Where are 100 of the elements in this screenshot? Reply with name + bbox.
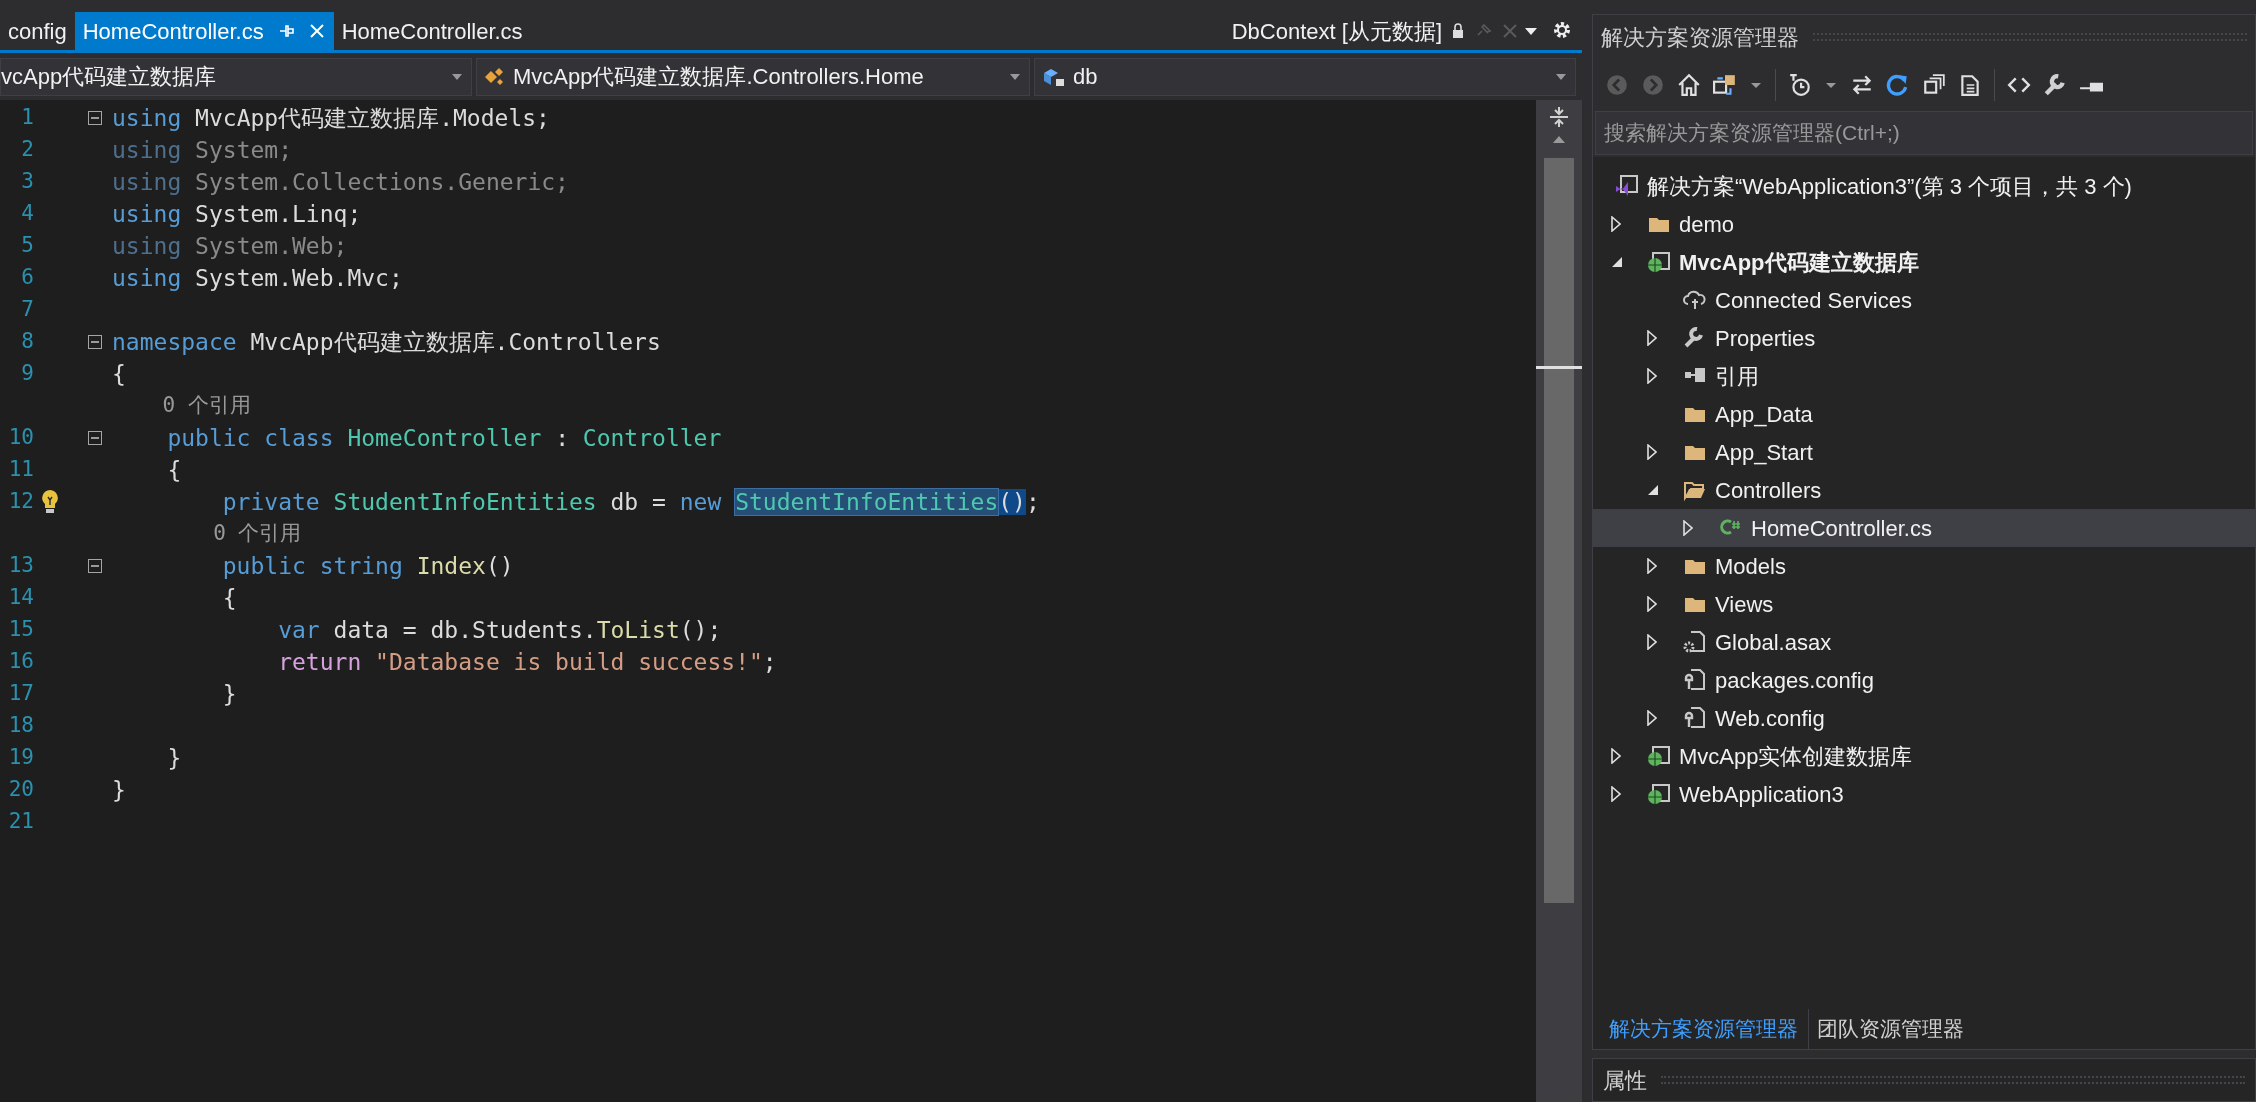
line-number: 20 [7, 776, 34, 804]
home-icon[interactable] [1677, 73, 1701, 97]
collapse-icon[interactable] [88, 335, 102, 349]
tree-item[interactable]: Global.asax [1593, 623, 2255, 661]
tree-item[interactable]: WebApplication3 [1593, 775, 2255, 813]
line-number: 7 [20, 296, 34, 324]
show-all-files-icon[interactable] [1958, 73, 1982, 97]
lock-icon [1452, 23, 1464, 39]
line-number: 18 [7, 712, 34, 740]
editor-tab[interactable]: HomeController.cs [333, 12, 531, 50]
web-project-icon [1647, 782, 1671, 806]
code-line: namespace MvcApp代码建立数据库.Controllers [112, 327, 661, 357]
code-line: using System.Web; [112, 231, 348, 261]
collapsed-arrow-icon[interactable] [1611, 786, 1621, 802]
code-line: } [166, 743, 182, 773]
code-lens[interactable]: 0 个引用 [112, 518, 302, 550]
collapse-icon[interactable] [88, 431, 102, 445]
line-number: 15 [7, 616, 34, 644]
tree-item[interactable]: 解决方案“WebApplication3”(第 3 个项目，共 3 个) [1593, 167, 2255, 205]
code-line: var data = db.Students.ToList(); [277, 615, 722, 645]
pending-changes-icon[interactable] [1788, 73, 1812, 97]
code-line: using System.Collections.Generic; [112, 167, 569, 197]
collapsed-arrow-icon[interactable] [1647, 368, 1657, 384]
line-number: 1 [20, 104, 34, 132]
tree-item[interactable]: App_Start [1593, 433, 2255, 471]
code-line: using System.Web.Mvc; [112, 263, 403, 293]
line-number: 9 [20, 360, 34, 388]
line-number: 17 [7, 680, 34, 708]
code-line: } [112, 775, 126, 805]
tree-item[interactable]: Web.config [1593, 699, 2255, 737]
code-line: { [112, 359, 126, 389]
tree-item[interactable]: App_Data [1593, 395, 2255, 433]
wrench-icon[interactable] [2043, 73, 2067, 97]
line-number: 14 [7, 584, 34, 612]
code-line: return "Database is build success!"; [277, 647, 777, 677]
panel-title: 属性 [1603, 1066, 1647, 1095]
tree-item[interactable]: Models [1593, 547, 2255, 585]
code-lens[interactable]: 0 个引用 [112, 390, 251, 422]
collapsed-arrow-icon[interactable] [1647, 558, 1657, 574]
code-line: { [166, 455, 182, 485]
tree-item[interactable]: Connected Services [1593, 281, 2255, 319]
search-field[interactable]: 搜索解决方案资源管理器(Ctrl+;) [1595, 111, 2253, 155]
settings-icon[interactable] [1552, 20, 1572, 40]
collapsed-arrow-icon[interactable] [1683, 520, 1693, 536]
tree-item[interactable]: 引用 [1593, 357, 2255, 395]
close-icon[interactable] [307, 22, 326, 40]
split-icon[interactable] [1549, 106, 1569, 128]
collapsed-arrow-icon[interactable] [1647, 330, 1657, 346]
solution-icon [1615, 174, 1639, 198]
scrollbar-thumb[interactable] [1544, 158, 1574, 903]
tree-item[interactable]: MvcApp实体创建数据库 [1593, 737, 2255, 775]
dropdown-icon[interactable] [1524, 26, 1538, 36]
collapsed-arrow-icon[interactable] [1647, 710, 1657, 726]
line-number: 4 [20, 200, 34, 228]
scroll-up-icon[interactable] [1552, 134, 1566, 144]
collapse-all-icon[interactable] [1922, 73, 1946, 97]
tree-item[interactable]: demo [1593, 205, 2255, 243]
tree-item[interactable]: MvcApp代码建立数据库 [1593, 243, 2255, 281]
line-number: 13 [7, 552, 34, 580]
code-line: using System; [112, 135, 293, 165]
collapsed-arrow-icon[interactable] [1647, 634, 1657, 650]
collapsed-arrow-icon[interactable] [1647, 444, 1657, 460]
sync-views-icon[interactable] [1713, 73, 1737, 97]
line-number: 21 [7, 808, 34, 836]
sync-arrows-icon[interactable] [1850, 73, 1874, 97]
collapsed-arrow-icon[interactable] [1611, 748, 1621, 764]
config-file-icon [1683, 706, 1707, 730]
line-number: 5 [20, 232, 34, 260]
tree-item[interactable]: Properties [1593, 319, 2255, 357]
code-line: private StudentInfoEntities db = new StudentInfoEntities(); [221, 487, 1040, 517]
line-number: 16 [7, 648, 34, 676]
code-line: using System.Linq; [112, 199, 362, 229]
nav-dropdown[interactable]: vcApp代码建立数据库 [0, 57, 472, 96]
tree-item[interactable]: Controllers [1593, 471, 2255, 509]
line-number: 8 [20, 328, 34, 356]
pin-icon[interactable] [277, 23, 294, 39]
collapsed-arrow-icon[interactable] [1611, 216, 1621, 232]
expanded-arrow-icon[interactable] [1611, 256, 1623, 268]
line-number: 6 [20, 264, 34, 292]
nav-dropdown[interactable]: db [1034, 57, 1576, 96]
tree-item[interactable]: packages.config [1593, 661, 2255, 699]
collapse-icon[interactable] [88, 111, 102, 125]
panel-tab[interactable]: 团队资源管理器 [1808, 1009, 1972, 1049]
tree-item[interactable]: HomeController.cs [1593, 509, 2255, 547]
gear-file-icon [1683, 630, 1707, 654]
collapse-icon[interactable] [88, 559, 102, 573]
expanded-arrow-icon[interactable] [1647, 484, 1659, 496]
code-line: } [221, 679, 237, 709]
nav-dropdown[interactable]: MvcApp代码建立数据库.Controllers.Home [476, 57, 1030, 96]
collapsed-arrow-icon[interactable] [1647, 596, 1657, 612]
refresh-icon[interactable] [1886, 73, 1910, 97]
editor-tab[interactable]: config [0, 12, 75, 50]
editor-tab[interactable]: HomeController.cs [74, 12, 334, 50]
tree-item[interactable]: Views [1593, 585, 2255, 623]
line-number: 12 [7, 488, 34, 516]
lightbulb-icon[interactable] [40, 489, 60, 515]
line-number: 2 [20, 136, 34, 164]
code-line: public class HomeController : Controller [166, 423, 722, 453]
code-line: using MvcApp代码建立数据库.Models; [112, 103, 550, 133]
vertical-scrollbar[interactable] [1536, 100, 1582, 1102]
